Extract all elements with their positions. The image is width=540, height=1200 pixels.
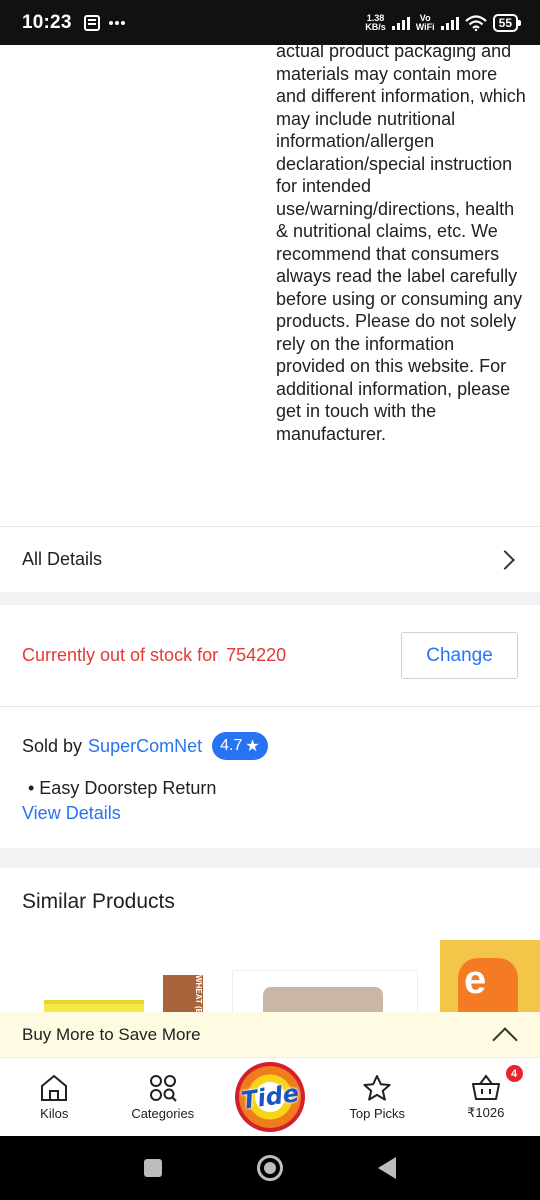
similar-products-title: Similar Products	[22, 890, 175, 913]
tide-logo: Tide	[235, 1062, 305, 1132]
nav-basket[interactable]: ₹1026 4	[432, 1058, 540, 1136]
home-button-icon[interactable]	[257, 1155, 283, 1181]
home-icon	[41, 1074, 68, 1101]
nav-top-picks[interactable]: Top Picks	[323, 1058, 432, 1136]
seller-section: Sold by SuperComNet 4.7 ★ • Easy Doorste…	[22, 732, 522, 824]
change-pincode-button[interactable]: Change	[401, 632, 518, 679]
nav-categories[interactable]: Categories	[109, 1058, 218, 1136]
star-icon	[363, 1074, 391, 1101]
product-image: e	[458, 958, 518, 1015]
categories-icon	[149, 1074, 177, 1102]
notes-icon	[83, 14, 100, 31]
section-divider	[0, 592, 540, 605]
all-details-label: All Details	[22, 549, 103, 569]
more-dots-icon	[108, 20, 125, 25]
nav-kilos[interactable]: Kilos	[0, 1058, 109, 1136]
buy-more-label: Buy More to Save More	[22, 1024, 201, 1044]
bottom-navigation: Kilos Categories Tide Top Picks ₹1026 4	[0, 1058, 540, 1136]
sold-by-label: Sold by	[22, 735, 83, 756]
signal-icon-2	[440, 16, 459, 30]
status-time: 10:23	[22, 11, 72, 33]
seller-rating-badge: 4.7 ★	[212, 732, 268, 760]
net-speed: 1.38 KB/s	[365, 12, 386, 32]
product-card[interactable]: e	[440, 940, 540, 1015]
status-bar: 10:23 1.38 KB/s Vo WiFi 55	[0, 0, 540, 45]
product-card[interactable]	[232, 970, 418, 1015]
similar-products-carousel[interactable]: WHEAT (BRAN) e	[0, 940, 540, 1015]
nav-tide-promo[interactable]: Tide	[217, 1058, 323, 1136]
pincode: 754220	[226, 645, 287, 665]
seller-name-link[interactable]: SuperComNet	[88, 736, 202, 757]
wifi-icon	[464, 14, 487, 31]
section-divider	[0, 848, 540, 868]
stock-status-row: Currently out of stock for 754220 Change	[0, 605, 540, 707]
buy-more-save-more-bar[interactable]: Buy More to Save More	[0, 1012, 540, 1058]
product-image	[263, 987, 383, 1015]
view-details-link[interactable]: View Details	[22, 803, 522, 824]
cart-count-badge: 4	[503, 1063, 525, 1084]
back-icon[interactable]	[378, 1157, 396, 1179]
recent-apps-icon[interactable]	[144, 1159, 162, 1177]
chevron-up-icon[interactable]	[492, 1026, 518, 1053]
out-of-stock-message: Currently out of stock for 754220	[22, 645, 287, 665]
product-description: actual product packaging and materials m…	[276, 41, 526, 444]
basket-icon	[471, 1074, 500, 1100]
seller-feature: • Easy Doorstep Return	[28, 778, 217, 798]
star-icon: ★	[245, 738, 260, 755]
system-navigation-bar	[0, 1136, 540, 1200]
signal-icon	[391, 16, 410, 30]
all-details-row[interactable]: All Details	[0, 526, 540, 592]
vowifi-indicator: Vo WiFi	[415, 12, 435, 32]
chevron-right-icon	[495, 549, 515, 570]
product-thumbnail[interactable]: WHEAT (BRAN)	[163, 975, 203, 1015]
battery-icon: 55	[492, 13, 522, 32]
